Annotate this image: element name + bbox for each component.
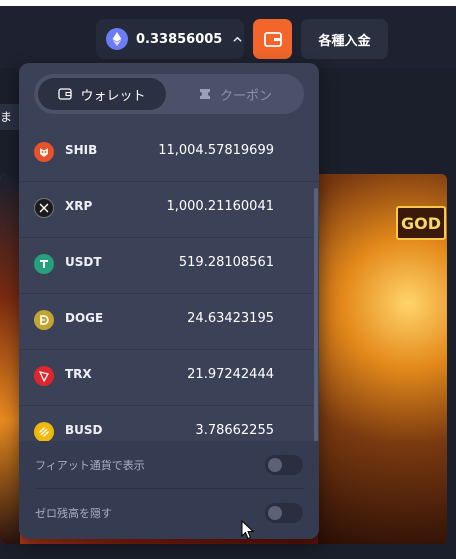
god-badge: GOD (396, 206, 446, 240)
balance-button[interactable]: 0.33856005 (96, 19, 244, 59)
coin-row[interactable]: DOGE 24.63423195 (19, 294, 319, 350)
banner-art-left (0, 174, 20, 544)
setting-label: ゼロ残高を隠す (35, 507, 112, 520)
coin-row[interactable]: SHIB 11,004.57819699 (19, 126, 319, 182)
wallet-settings: フィアット通貨で表示 ゼロ残高を隠す (19, 441, 319, 539)
balance-amount: 0.33856005 (136, 31, 223, 47)
coin-symbol: XRP (65, 199, 93, 213)
coin-row[interactable]: TRX 21.97242444 (19, 350, 319, 406)
coin-symbol: TRX (65, 367, 92, 381)
mouse-cursor-icon (241, 520, 255, 540)
usdt-icon (34, 254, 54, 274)
wallet-icon (58, 88, 73, 100)
coin-row[interactable]: XRP 1,000.21160041 (19, 182, 319, 238)
tab-coupon[interactable]: クーポン (170, 78, 300, 110)
coin-amount: 24.63423195 (187, 311, 274, 326)
wallet-tabs: ウォレット クーポン (34, 74, 304, 114)
tab-wallet-label: ウォレット (80, 88, 146, 104)
coin-amount: 519.28108561 (178, 255, 274, 270)
coin-amount: 1,000.21160041 (166, 199, 274, 214)
coin-symbol: DOGE (65, 311, 104, 325)
coin-row[interactable]: USDT 519.28108561 (19, 238, 319, 294)
wallet-button[interactable] (253, 19, 292, 59)
fiat-display-toggle[interactable] (265, 454, 303, 475)
doge-icon (34, 310, 54, 330)
xrp-icon (34, 198, 54, 218)
coin-symbol: USDT (65, 255, 102, 269)
setting-label: フィアット通貨で表示 (35, 458, 145, 472)
wallet-icon (263, 31, 282, 47)
setting-fiat-display: フィアット通貨で表示 (35, 441, 303, 489)
tab-wallet[interactable]: ウォレット (38, 78, 166, 110)
coin-amount: 3.78662255 (195, 423, 274, 438)
wallet-dropdown: ウォレット クーポン SHIB 11,004.57819699 XRP 1,00… (19, 63, 319, 539)
coupon-icon (199, 89, 210, 99)
busd-icon (34, 422, 54, 442)
coin-symbol: BUSD (65, 423, 103, 437)
coin-amount: 11,004.57819699 (158, 143, 274, 158)
chevron-up-icon (233, 36, 242, 42)
coin-symbol: SHIB (65, 143, 98, 157)
eth-icon (106, 28, 128, 50)
tab-coupon-label: クーポン (219, 88, 272, 104)
deposit-button[interactable]: 各種入金 (301, 19, 388, 59)
shib-icon (34, 142, 54, 162)
coin-amount: 21.97242444 (187, 367, 274, 382)
hide-zero-toggle[interactable] (265, 503, 303, 523)
trx-icon (34, 366, 54, 386)
background-text-snippet: まが (0, 104, 20, 130)
setting-hide-zero: ゼロ残高を隠す (35, 489, 303, 537)
